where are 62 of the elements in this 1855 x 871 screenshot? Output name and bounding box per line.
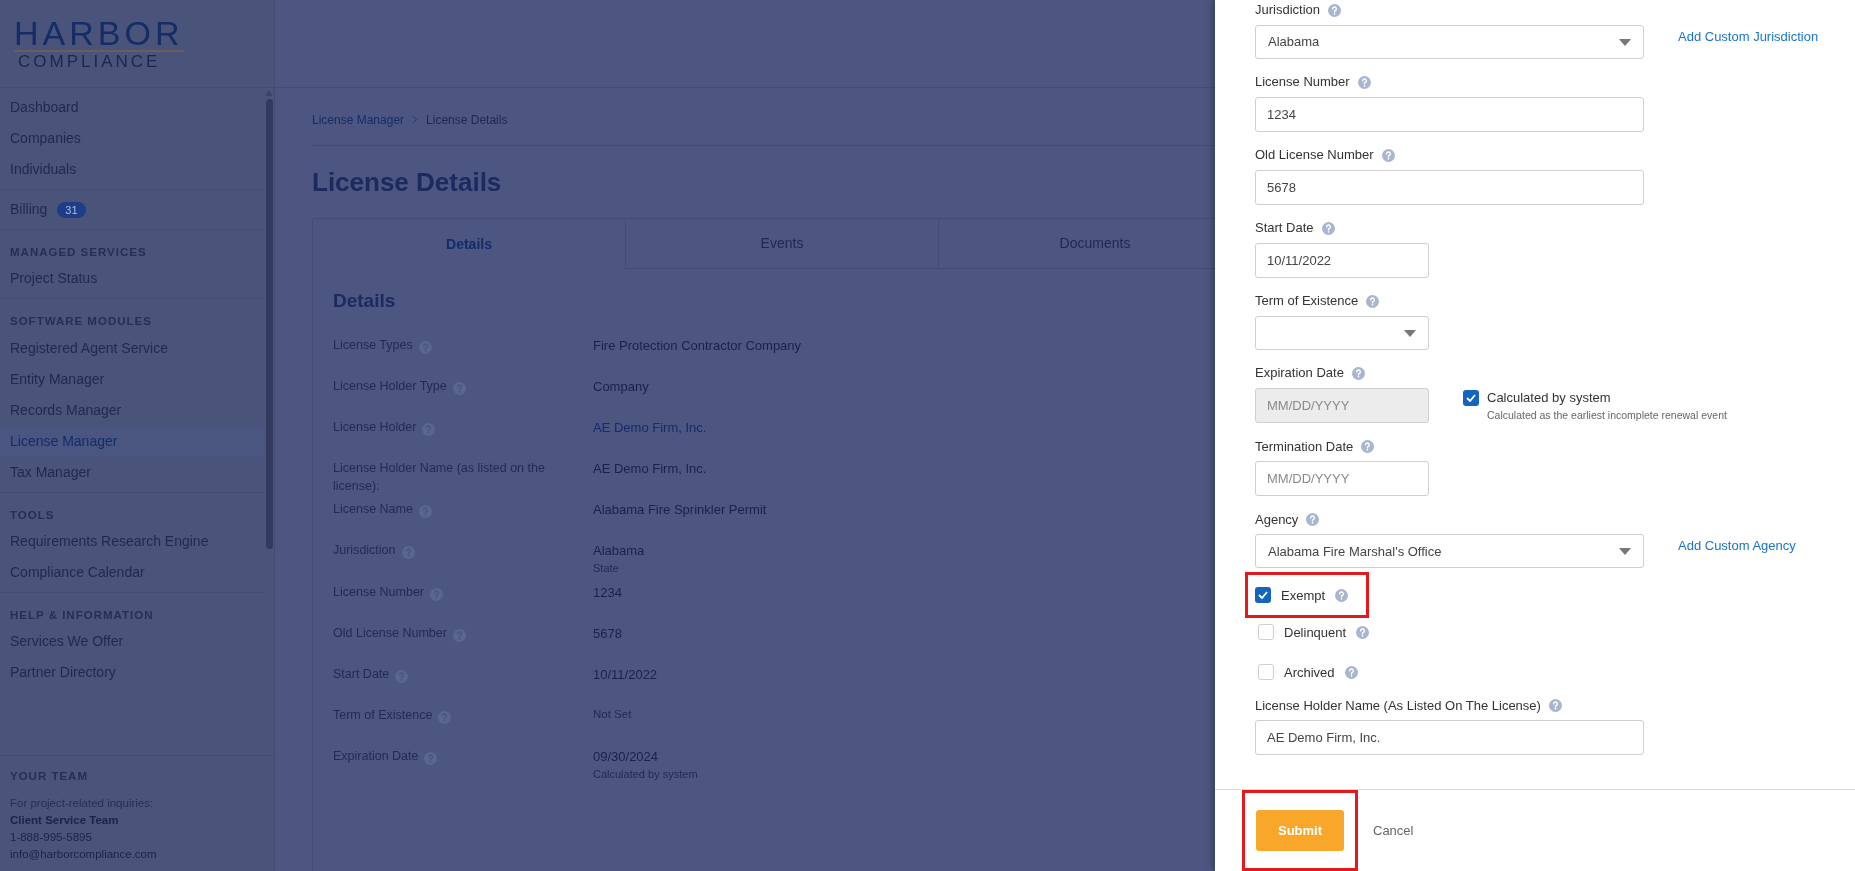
checkbox-label: Exempt: [1281, 586, 1326, 605]
help-icon: [1328, 3, 1342, 17]
help-icon: [1344, 665, 1358, 679]
input-field[interactable]: 10/11/2022: [1255, 243, 1429, 278]
caret-icon: [1404, 329, 1416, 337]
help-icon: [1361, 439, 1375, 453]
field-value: AE Demo Firm, Inc.: [593, 459, 707, 478]
help-icon: [1306, 512, 1320, 526]
help-icon: [1356, 625, 1370, 639]
option-note: Calculated as the earliest incomplete renewal event: [1487, 407, 1727, 423]
holder-link[interactable]: AE Demo Firm, Inc.: [593, 417, 707, 437]
field-label: Termination Date: [1255, 437, 1354, 456]
select-value: Alabama: [1268, 33, 1320, 52]
field-value: Fire Protection Contractor Company: [593, 336, 802, 355]
caret-icon: [1619, 38, 1631, 46]
chevron-icon: [412, 115, 419, 124]
field-label: Start Date: [1255, 219, 1314, 238]
help-icon: [1321, 221, 1335, 235]
help-icon: [1381, 148, 1395, 162]
checkbox-label: Calculated by system: [1487, 389, 1611, 407]
add-link[interactable]: Add Custom Agency: [1678, 536, 1796, 556]
select-field[interactable]: Alabama: [1255, 25, 1644, 59]
checkbox[interactable]: [1258, 624, 1274, 641]
cancel-link[interactable]: Cancel: [1373, 820, 1414, 841]
help-icon: [1548, 698, 1562, 712]
select-value: Alabama Fire Marshal's Office: [1268, 542, 1442, 561]
field-value: Company: [593, 377, 649, 396]
field-value: Alabama: [593, 541, 645, 560]
input-field[interactable]: MM/DD/YYYY: [1255, 461, 1429, 497]
submit-button[interactable]: Submit: [1256, 810, 1344, 851]
count-badge: 31: [57, 201, 86, 218]
help-icon: [1366, 294, 1380, 308]
checkbox-label: Archived: [1284, 663, 1335, 682]
help-icon: [1335, 588, 1349, 602]
field-label: Expiration Date: [1255, 364, 1344, 383]
field-value: 1234: [593, 583, 622, 602]
breadcrumb-link[interactable]: License Manager: [312, 111, 405, 129]
input-field[interactable]: AE Demo Firm, Inc.: [1255, 720, 1644, 756]
check-icon: [1258, 591, 1268, 600]
input-field[interactable]: 1234: [1255, 97, 1644, 132]
field-value: 09/30/2024: [593, 747, 660, 766]
help-icon: [1357, 75, 1371, 89]
check-icon: [1466, 393, 1476, 402]
field-label: Agency: [1255, 510, 1299, 529]
select-field[interactable]: [1255, 316, 1429, 350]
field-label: License Number: [1255, 73, 1350, 92]
checkbox[interactable]: [1258, 664, 1274, 681]
field-label: Jurisdiction: [1255, 1, 1321, 20]
field-value: 10/11/2022: [593, 665, 658, 684]
field-label: Old License Number: [1255, 146, 1374, 165]
add-link[interactable]: Add Custom Jurisdiction: [1678, 27, 1819, 47]
tab[interactable]: Details: [313, 219, 626, 269]
checkbox[interactable]: [1255, 587, 1271, 604]
caret-icon: [1619, 547, 1631, 555]
select-field[interactable]: Alabama Fire Marshal's Office: [1255, 534, 1644, 569]
checkbox-label: Delinquent: [1284, 623, 1347, 642]
field-label: Term of Existence: [1255, 292, 1359, 311]
help-icon: [1351, 366, 1365, 380]
input-field[interactable]: 5678: [1255, 170, 1644, 205]
field-value: Alabama Fire Sprinkler Permit: [593, 500, 767, 519]
field-value: 5678: [593, 624, 622, 643]
field-label: License Holder Name (As Listed On The License): [1255, 696, 1541, 715]
